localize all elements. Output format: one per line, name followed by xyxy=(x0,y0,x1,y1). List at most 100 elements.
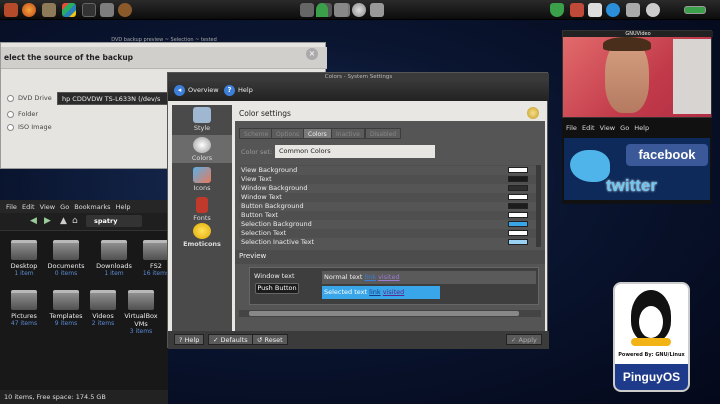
device-select[interactable]: hp CDDVDW TS-L633N (/dev/s xyxy=(57,92,169,105)
option-iso-image[interactable]: ISO Image xyxy=(7,123,52,131)
menu-go[interactable]: Go xyxy=(60,203,69,211)
icons-icon xyxy=(193,167,211,183)
twitter-logo: twitter xyxy=(606,176,657,195)
skype-icon[interactable] xyxy=(606,3,620,17)
shield-icon[interactable] xyxy=(550,3,564,17)
color-list[interactable]: View Background View Text Window Backgroun… xyxy=(239,165,536,247)
option-dvd-drive[interactable]: DVD Drive xyxy=(7,94,52,102)
back-icon: ◂ xyxy=(174,85,185,96)
clipboard-icon[interactable] xyxy=(570,3,584,17)
windows-icon[interactable] xyxy=(62,3,76,17)
forward-icon[interactable]: ▶ xyxy=(44,216,51,226)
window-title: Colors - System Settings xyxy=(168,73,549,81)
menu-edit[interactable]: Edit xyxy=(582,124,595,132)
app-icon[interactable] xyxy=(300,3,314,17)
visited-text[interactable]: visited xyxy=(383,288,405,296)
color-swatch[interactable] xyxy=(508,230,528,236)
tab-colors[interactable]: Colors xyxy=(303,128,332,139)
menu-file[interactable]: File xyxy=(566,124,577,132)
scroll-thumb[interactable] xyxy=(249,311,519,316)
weather-icon[interactable] xyxy=(646,3,660,17)
gimp-icon[interactable] xyxy=(42,3,56,17)
menu-icon[interactable] xyxy=(4,3,18,17)
help-button[interactable]: ? Help xyxy=(224,85,253,96)
menu-file[interactable]: File xyxy=(6,203,17,211)
color-row[interactable]: Window Text xyxy=(239,193,536,202)
link-text[interactable]: link xyxy=(369,288,381,296)
update-icon[interactable] xyxy=(588,3,602,17)
tools-icon[interactable] xyxy=(370,3,384,17)
menu-edit[interactable]: Edit xyxy=(22,203,35,211)
color-set-row: Color set: Common Colors xyxy=(239,144,541,160)
color-row[interactable]: Window Background xyxy=(239,184,536,193)
visited-text[interactable]: visited xyxy=(378,273,400,281)
color-set-select[interactable]: Common Colors xyxy=(275,145,435,158)
color-swatch[interactable] xyxy=(508,221,528,227)
home-icon[interactable]: ⌂ xyxy=(72,216,78,226)
color-swatch[interactable] xyxy=(508,203,528,209)
category-emoticons[interactable]: Emoticons xyxy=(172,223,232,248)
color-row[interactable]: View Text xyxy=(239,175,536,184)
color-swatch[interactable] xyxy=(508,194,528,200)
firefox-icon[interactable] xyxy=(22,3,36,17)
color-swatch[interactable] xyxy=(508,185,528,191)
apply-button[interactable]: ✓ Apply xyxy=(506,334,542,345)
color-row[interactable]: Button Background xyxy=(239,202,536,211)
color-swatch[interactable] xyxy=(508,167,528,173)
menu-view[interactable]: View xyxy=(600,124,615,132)
scrollbar[interactable] xyxy=(536,165,541,247)
color-row[interactable]: View Background xyxy=(239,166,536,175)
color-row-label: Selection Inactive Text xyxy=(241,238,315,246)
link-text[interactable]: link xyxy=(365,273,377,281)
terminal-icon[interactable] xyxy=(82,3,96,17)
up-icon[interactable]: ▲ xyxy=(60,216,67,226)
menu-go[interactable]: Go xyxy=(620,124,629,132)
network-icon[interactable] xyxy=(334,3,348,17)
color-row[interactable]: Button Text xyxy=(239,211,536,220)
menu-help[interactable]: Help xyxy=(116,203,131,211)
gear-icon[interactable] xyxy=(352,3,366,17)
color-row[interactable]: Selection Inactive Text xyxy=(239,238,536,247)
menu-view[interactable]: View xyxy=(40,203,55,211)
radio-icon[interactable] xyxy=(7,94,14,102)
help-button[interactable]: ? Help xyxy=(174,334,205,345)
category-fonts[interactable]: Fonts xyxy=(172,197,232,222)
tab-inactive[interactable]: Inactive xyxy=(331,128,365,139)
menu-help[interactable]: Help xyxy=(634,124,649,132)
colors-icon xyxy=(193,137,211,153)
defaults-button[interactable]: ✓ Defaults xyxy=(208,334,253,345)
network-icon[interactable] xyxy=(626,3,640,17)
color-row[interactable]: Selection Text xyxy=(239,229,536,238)
tab-disabled[interactable]: Disabled xyxy=(365,128,402,139)
reset-button[interactable]: ↺ Reset xyxy=(252,334,288,345)
radio-icon[interactable] xyxy=(7,110,14,118)
option-folder[interactable]: Folder xyxy=(7,110,38,118)
battery-icon[interactable] xyxy=(684,6,706,14)
back-icon[interactable]: ◀ xyxy=(30,216,37,226)
folder-item[interactable]: Pictures 47 items xyxy=(2,290,46,327)
category-style[interactable]: Style xyxy=(172,107,232,132)
folder-item[interactable]: Documents 0 items xyxy=(44,240,88,277)
folder-item[interactable]: Desktop 1 item xyxy=(2,240,46,277)
color-swatch[interactable] xyxy=(508,212,528,218)
close-icon[interactable]: × xyxy=(306,48,318,60)
category-icons[interactable]: Icons xyxy=(172,167,232,192)
horizontal-scrollbar[interactable] xyxy=(239,310,541,317)
bug-icon[interactable] xyxy=(118,3,132,17)
tab-options[interactable]: Options xyxy=(271,128,305,139)
folder-icon[interactable] xyxy=(100,3,114,17)
palm-icon[interactable] xyxy=(316,3,328,17)
color-swatch[interactable] xyxy=(508,176,528,182)
folder-item[interactable]: Downloads 1 item xyxy=(92,240,136,277)
tab-scheme[interactable]: Scheme xyxy=(239,128,274,139)
preview-selected-row: Selected text link visited xyxy=(322,286,440,299)
overview-button[interactable]: ◂ Overview xyxy=(174,85,219,96)
preview-push-button[interactable]: Push Button xyxy=(255,283,299,294)
path-button[interactable]: spatry xyxy=(86,215,142,227)
color-swatch[interactable] xyxy=(508,239,528,245)
folder-item[interactable]: VirtualBox VMs 3 items xyxy=(119,290,163,335)
category-colors[interactable]: Colors xyxy=(172,135,232,163)
menu-bookmarks[interactable]: Bookmarks xyxy=(74,203,110,211)
radio-icon[interactable] xyxy=(7,123,14,131)
color-row[interactable]: Selection Background xyxy=(239,220,536,229)
